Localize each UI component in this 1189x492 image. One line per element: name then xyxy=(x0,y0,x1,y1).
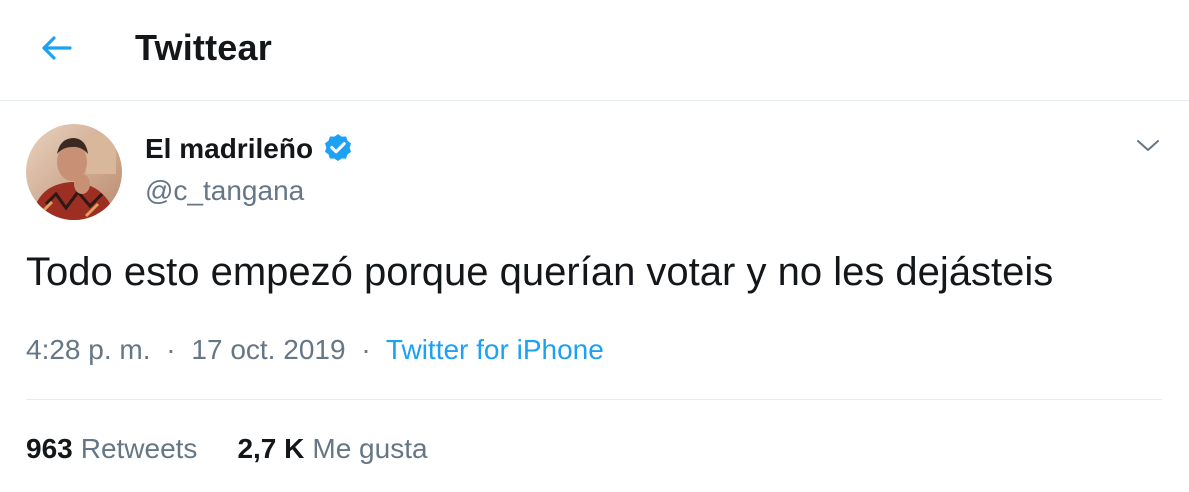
divider xyxy=(26,399,1162,400)
tweet-stats: 963 Retweets 2,7 K Me gusta xyxy=(26,430,428,468)
tweet-source-link[interactable]: Twitter for iPhone xyxy=(386,334,604,365)
author-display-name[interactable]: El madrileño xyxy=(145,130,313,168)
avatar-image xyxy=(26,124,122,220)
tweet-author[interactable]: El madrileño @c_tangana xyxy=(145,130,355,210)
likes-count: 2,7 K xyxy=(237,433,305,464)
tweet-date[interactable]: 17 oct. 2019 xyxy=(191,334,345,365)
top-header: Twittear xyxy=(0,0,1189,101)
author-handle[interactable]: @c_tangana xyxy=(145,172,355,210)
verified-badge-icon xyxy=(321,132,355,166)
chevron-down-icon xyxy=(1137,140,1159,151)
avatar[interactable] xyxy=(26,124,122,220)
back-button[interactable] xyxy=(34,26,78,70)
page-title: Twittear xyxy=(135,27,272,68)
meta-separator: · xyxy=(361,334,371,365)
retweets-label: Retweets xyxy=(80,433,198,464)
likes-label: Me gusta xyxy=(312,433,428,464)
tweet-metadata: 4:28 p. m. · 17 oct. 2019 · Twitter for … xyxy=(26,331,604,369)
meta-separator: · xyxy=(166,334,176,365)
arrow-left-icon xyxy=(42,36,72,60)
tweet-text: Todo esto empezó porque querían votar y … xyxy=(26,250,1054,294)
tweet-time[interactable]: 4:28 p. m. xyxy=(26,334,151,365)
tweet-options-button[interactable] xyxy=(1128,130,1168,162)
author-name-row: El madrileño xyxy=(145,130,355,168)
retweets-count: 963 xyxy=(26,433,73,464)
retweets-stat[interactable]: 963 Retweets xyxy=(26,430,197,468)
likes-stat[interactable]: 2,7 K Me gusta xyxy=(237,430,427,468)
